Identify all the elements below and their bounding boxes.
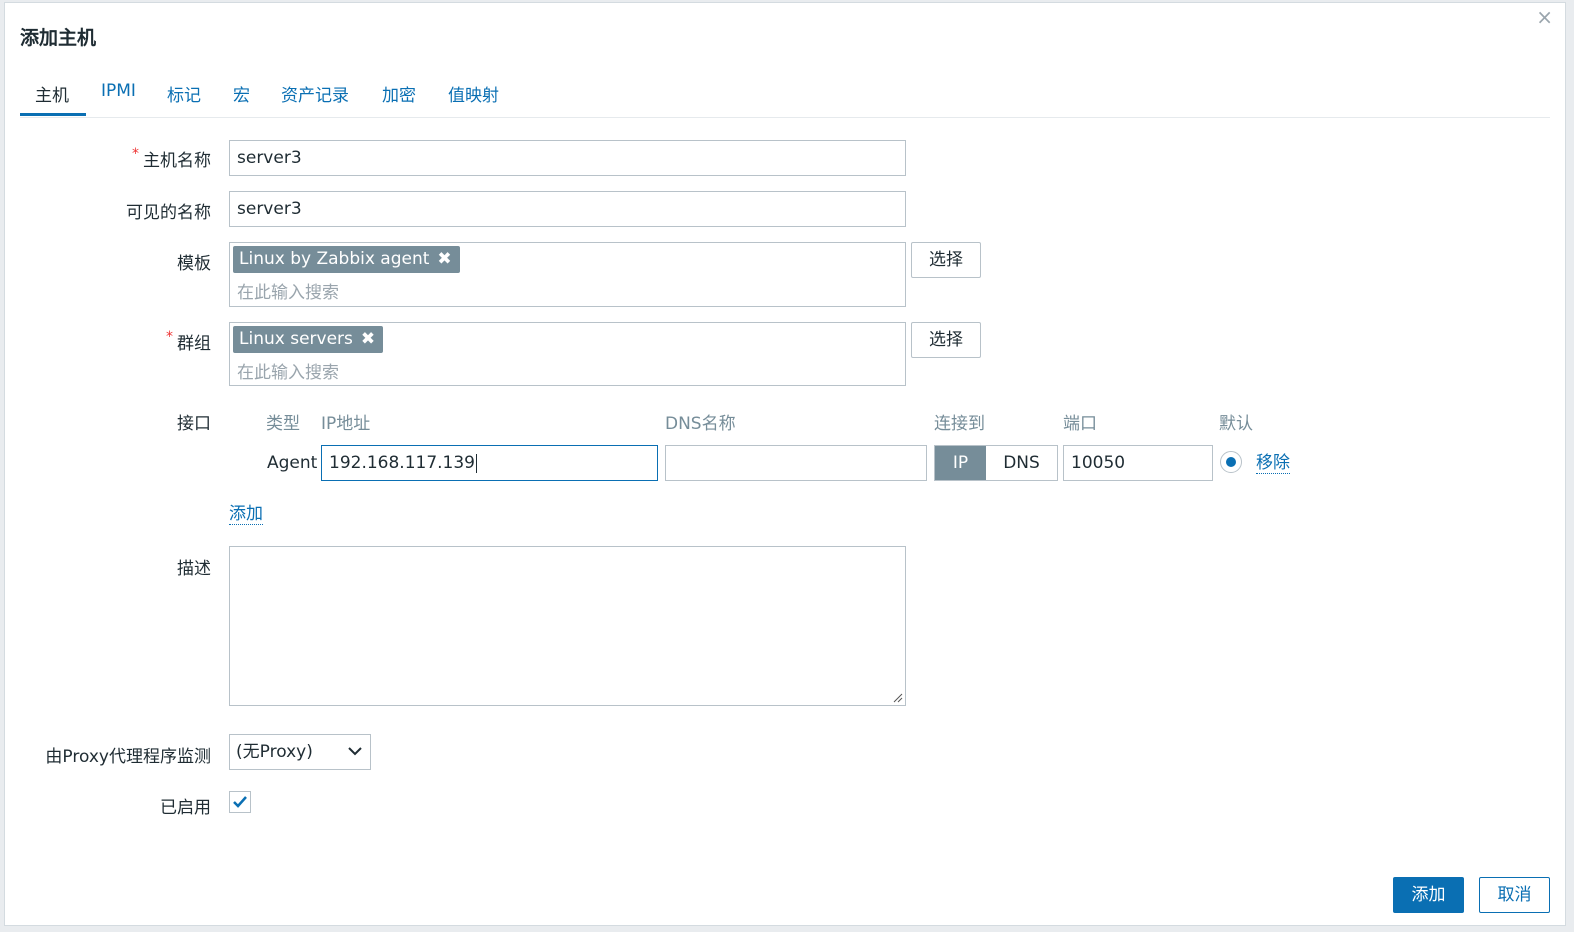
description-label: 描述	[177, 559, 211, 579]
interface-connect-header: 连接到	[934, 414, 985, 434]
default-interface-radio[interactable]	[1220, 451, 1242, 473]
interfaces-label: 接口	[177, 414, 211, 434]
tab-bar: 主机 IPMI 标记 宏 资产记录 加密 值映射	[20, 75, 1550, 118]
description-textarea[interactable]	[229, 546, 906, 706]
templates-select-button[interactable]: 选择	[911, 242, 981, 278]
chevron-down-icon	[348, 747, 362, 756]
visible-name-label: 可见的名称	[126, 203, 211, 223]
interface-ip-input[interactable]: 192.168.117.139	[321, 445, 658, 481]
close-icon[interactable]: ✖	[361, 329, 375, 349]
interface-port-header: 端口	[1063, 414, 1097, 434]
templates-multiselect[interactable]: Linux by Zabbix agent ✖ 在此输入搜索	[229, 242, 906, 307]
active-tab-indicator	[20, 113, 86, 116]
cancel-button[interactable]: 取消	[1479, 877, 1550, 913]
group-chip: Linux servers ✖	[233, 326, 384, 353]
interface-port-input[interactable]: 10050	[1063, 445, 1213, 481]
interface-dns-input[interactable]	[665, 445, 927, 481]
tab-tags[interactable]: 标记	[167, 81, 201, 106]
add-button[interactable]: 添加	[1393, 877, 1464, 913]
dialog-title: 添加主机	[20, 27, 97, 49]
groups-multiselect[interactable]: Linux servers ✖ 在此输入搜索	[229, 322, 906, 386]
interface-type-agent: Agent	[267, 453, 318, 473]
groups-search-placeholder[interactable]: 在此输入搜索	[237, 358, 339, 383]
proxy-selected-value: (无Proxy)	[236, 742, 313, 762]
connect-dns-option[interactable]: DNS	[986, 446, 1057, 480]
host-name-input[interactable]: server3	[229, 140, 906, 176]
required-mark: *	[166, 329, 173, 345]
connect-to-toggle: IP DNS	[934, 445, 1058, 481]
interface-dns-header: DNS名称	[665, 414, 736, 434]
add-interface-link[interactable]: 添加	[229, 504, 263, 525]
tab-macros[interactable]: 宏	[233, 81, 250, 106]
groups-select-button[interactable]: 选择	[911, 322, 981, 358]
interface-ip-header: IP地址	[321, 414, 371, 434]
templates-search-placeholder[interactable]: 在此输入搜索	[237, 278, 339, 303]
remove-interface-link[interactable]: 移除	[1256, 453, 1290, 474]
host-name-label: * 主机名称	[132, 146, 211, 171]
add-host-dialog: 添加主机 × 主机 IPMI 标记 宏 资产记录 加密 值映射 * 主机名称 se…	[4, 2, 1566, 926]
enabled-label: 已启用	[160, 798, 211, 818]
tab-inventory[interactable]: 资产记录	[281, 81, 349, 106]
enabled-checkbox[interactable]	[229, 791, 251, 813]
proxy-select[interactable]: (无Proxy)	[229, 734, 371, 770]
resize-handle-icon[interactable]	[893, 693, 903, 703]
tab-host[interactable]: 主机	[35, 81, 69, 106]
interface-type-header: 类型	[266, 414, 300, 434]
close-icon[interactable]: ×	[1536, 7, 1553, 27]
visible-name-input[interactable]: server3	[229, 191, 906, 227]
required-mark: *	[132, 146, 139, 162]
tab-encryption[interactable]: 加密	[382, 81, 416, 106]
interface-default-header: 默认	[1219, 414, 1253, 434]
connect-ip-option[interactable]: IP	[935, 446, 986, 480]
close-icon[interactable]: ✖	[437, 249, 451, 269]
check-icon	[233, 796, 247, 808]
groups-label: * 群组	[166, 329, 211, 354]
tab-value-mapping[interactable]: 值映射	[448, 81, 499, 106]
templates-label: 模板	[177, 254, 211, 274]
proxy-label: 由Proxy代理程序监测	[45, 747, 211, 767]
tab-ipmi[interactable]: IPMI	[101, 81, 136, 101]
template-chip: Linux by Zabbix agent ✖	[233, 246, 460, 273]
